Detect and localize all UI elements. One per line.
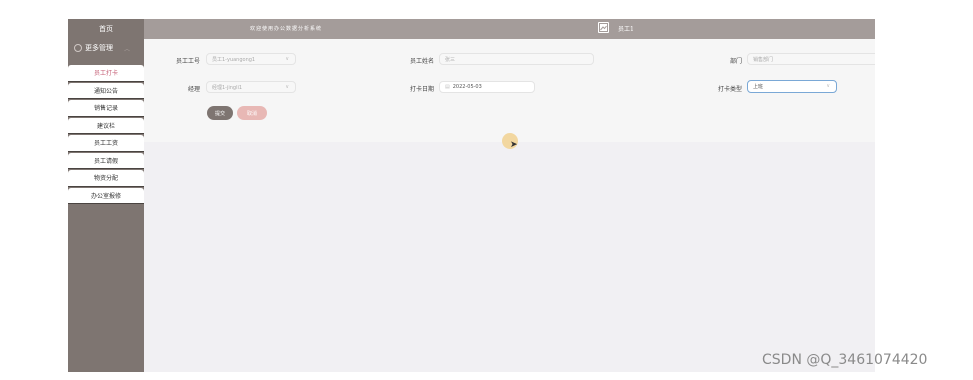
chevron-down-icon: ∨ — [826, 83, 830, 89]
manager-value: 经理1-jingli1 — [212, 84, 243, 91]
manager-label: 经理 — [187, 86, 200, 93]
sidebar-item-salary[interactable]: 员工工资 — [68, 135, 144, 151]
menu-section-title: 更多管理 — [85, 44, 113, 52]
mouse-pointer-icon: ➤ — [510, 140, 518, 150]
employee-name-input[interactable]: 张三 — [439, 53, 594, 65]
sidebar-item-repair[interactable]: 办公室报修 — [68, 187, 144, 203]
punch-date-picker[interactable]: ▤ 2022-05-03 — [439, 81, 535, 93]
department-label: 部门 — [729, 58, 742, 65]
username[interactable]: 员工1 — [618, 24, 634, 33]
home-tab[interactable]: 首页 — [68, 19, 144, 39]
calendar-icon: ▤ — [445, 84, 450, 90]
sidebar: 更多管理 ︿ 员工打卡 通知公告 销售记录 建议栏 员工工资 员工请假 物资分配… — [68, 39, 144, 372]
sidebar-item-suggestion[interactable]: 建议栏 — [68, 117, 144, 133]
watermark: CSDN @Q_3461074420 — [762, 352, 928, 368]
department-input[interactable]: 销售部门 — [747, 53, 875, 65]
form-panel: 员工工号 员工1-yuangong1 ∨ 员工姓名 张三 部门 销售部门 经理 … — [144, 39, 875, 150]
chevron-up-icon: ︿ — [124, 45, 131, 53]
welcome-text: 欢迎使用办公数据分析系统 — [250, 26, 323, 32]
punch-type-label: 打卡类型 — [717, 86, 742, 93]
sidebar-item-sales[interactable]: 销售记录 — [68, 100, 144, 116]
app-frame: 首页 欢迎使用办公数据分析系统 员工1 更多管理 ︿ 员工打卡 通知公告 销售记… — [68, 19, 875, 372]
top-bar: 首页 欢迎使用办公数据分析系统 员工1 — [68, 19, 875, 39]
punch-type-value: 上班 — [753, 84, 764, 90]
employee-no-select[interactable]: 员工1-yuangong1 ∨ — [206, 53, 296, 65]
employee-no-label: 员工工号 — [175, 58, 200, 65]
chevron-down-icon: ∨ — [285, 56, 289, 62]
punch-date-label: 打卡日期 — [409, 86, 434, 93]
sidebar-item-notice[interactable]: 通知公告 — [68, 82, 144, 98]
manager-select[interactable]: 经理1-jingli1 ∨ — [206, 81, 296, 93]
cancel-button[interactable]: 取消 — [237, 106, 267, 120]
punch-type-select[interactable]: 上班 ∨ — [747, 80, 837, 93]
sidebar-item-supplies[interactable]: 物资分配 — [68, 170, 144, 186]
chevron-down-icon: ∨ — [285, 84, 289, 90]
sidebar-item-leave[interactable]: 员工请假 — [68, 152, 144, 168]
sidebar-item-punch[interactable]: 员工打卡 — [68, 65, 144, 81]
employee-name-label: 员工姓名 — [409, 58, 434, 65]
menu-list: 员工打卡 通知公告 销售记录 建议栏 员工工资 员工请假 物资分配 办公室报修 — [68, 65, 144, 205]
employee-name-value: 张三 — [445, 56, 456, 63]
menu-circle-icon — [74, 44, 82, 52]
employee-no-value: 员工1-yuangong1 — [212, 56, 256, 63]
department-value: 销售部门 — [753, 56, 774, 63]
avatar-icon[interactable] — [598, 22, 609, 33]
submit-button[interactable]: 提交 — [207, 106, 233, 120]
punch-date-value: 2022-05-03 — [452, 84, 482, 90]
menu-section-header[interactable]: 更多管理 ︿ — [74, 43, 130, 53]
